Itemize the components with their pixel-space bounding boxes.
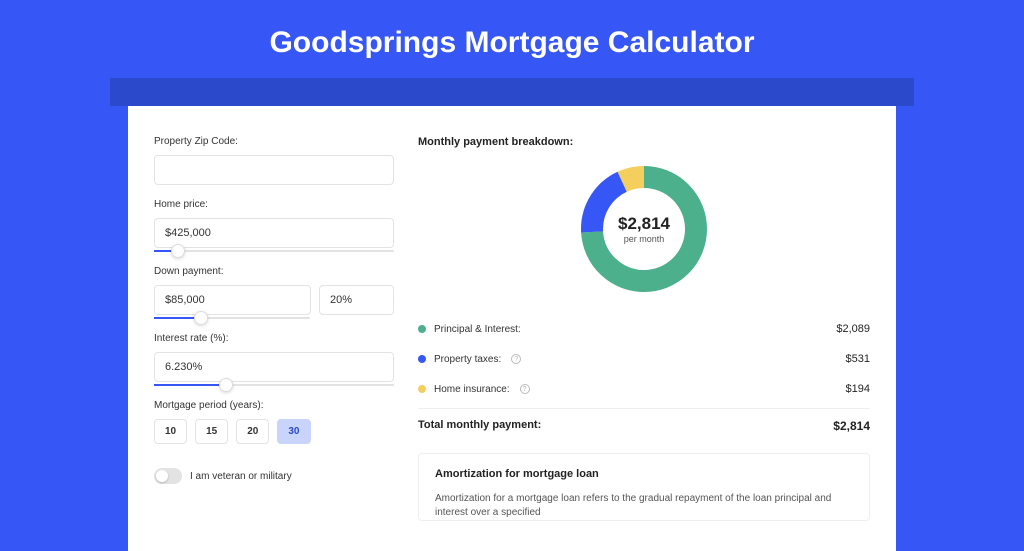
- info-icon[interactable]: ?: [520, 384, 530, 394]
- home-price-field: Home price:: [154, 199, 394, 252]
- calculator-card: Property Zip Code: Home price: Down paym…: [128, 106, 896, 551]
- amort-title: Amortization for mortgage loan: [435, 468, 853, 480]
- period-buttons: 10 15 20 30: [154, 419, 394, 444]
- breakdown-panel: Monthly payment breakdown: $2,814 per mo…: [418, 136, 870, 521]
- legend-value: $2,089: [836, 323, 870, 335]
- slider-thumb[interactable]: [219, 378, 233, 392]
- veteran-toggle-row: I am veteran or military: [154, 468, 394, 484]
- down-payment-label: Down payment:: [154, 266, 394, 277]
- dot-icon: [418, 385, 426, 393]
- interest-field: Interest rate (%):: [154, 333, 394, 386]
- dot-icon: [418, 325, 426, 333]
- legend-label: Home insurance:: [434, 384, 510, 395]
- toggle-knob: [156, 470, 168, 482]
- veteran-toggle[interactable]: [154, 468, 182, 484]
- total-label: Total monthly payment:: [418, 419, 541, 433]
- period-15[interactable]: 15: [195, 419, 228, 444]
- down-payment-input[interactable]: [154, 285, 311, 315]
- header-banner: [110, 78, 914, 106]
- slider-thumb[interactable]: [171, 244, 185, 258]
- legend-principal: Principal & Interest: $2,089: [418, 314, 870, 344]
- legend-value: $531: [846, 353, 870, 365]
- down-payment-pct-input[interactable]: [319, 285, 394, 315]
- total-row: Total monthly payment: $2,814: [418, 408, 870, 433]
- legend-value: $194: [846, 383, 870, 395]
- interest-input[interactable]: [154, 352, 394, 382]
- info-icon[interactable]: ?: [511, 354, 521, 364]
- period-20[interactable]: 20: [236, 419, 269, 444]
- zip-label: Property Zip Code:: [154, 136, 394, 147]
- interest-slider[interactable]: [154, 384, 394, 386]
- legend-label: Principal & Interest:: [434, 324, 521, 335]
- interest-label: Interest rate (%):: [154, 333, 394, 344]
- zip-input[interactable]: [154, 155, 394, 185]
- total-value: $2,814: [833, 419, 870, 433]
- dot-icon: [418, 355, 426, 363]
- down-payment-field: Down payment:: [154, 266, 394, 319]
- home-price-slider[interactable]: [154, 250, 394, 252]
- form-panel: Property Zip Code: Home price: Down paym…: [154, 136, 394, 521]
- legend-insurance: Home insurance: ? $194: [418, 374, 870, 404]
- slider-thumb[interactable]: [194, 311, 208, 325]
- home-price-label: Home price:: [154, 199, 394, 210]
- donut-chart: $2,814 per month: [579, 164, 709, 294]
- veteran-label: I am veteran or military: [190, 471, 292, 482]
- legend-label: Property taxes:: [434, 354, 501, 365]
- page-title: Goodsprings Mortgage Calculator: [0, 0, 1024, 78]
- amort-text: Amortization for a mortgage loan refers …: [435, 492, 853, 520]
- home-price-input[interactable]: [154, 218, 394, 248]
- period-10[interactable]: 10: [154, 419, 187, 444]
- legend-taxes: Property taxes: ? $531: [418, 344, 870, 374]
- donut-chart-wrap: $2,814 per month: [418, 164, 870, 294]
- zip-field: Property Zip Code:: [154, 136, 394, 185]
- period-label: Mortgage period (years):: [154, 400, 394, 411]
- breakdown-title: Monthly payment breakdown:: [418, 136, 870, 148]
- down-payment-slider[interactable]: [154, 317, 310, 319]
- period-30[interactable]: 30: [277, 419, 310, 444]
- donut-center: $2,814 per month: [579, 164, 709, 294]
- amortization-card: Amortization for mortgage loan Amortizat…: [418, 453, 870, 521]
- donut-amount: $2,814: [618, 214, 670, 234]
- period-field: Mortgage period (years): 10 15 20 30: [154, 400, 394, 444]
- donut-sub: per month: [624, 234, 665, 244]
